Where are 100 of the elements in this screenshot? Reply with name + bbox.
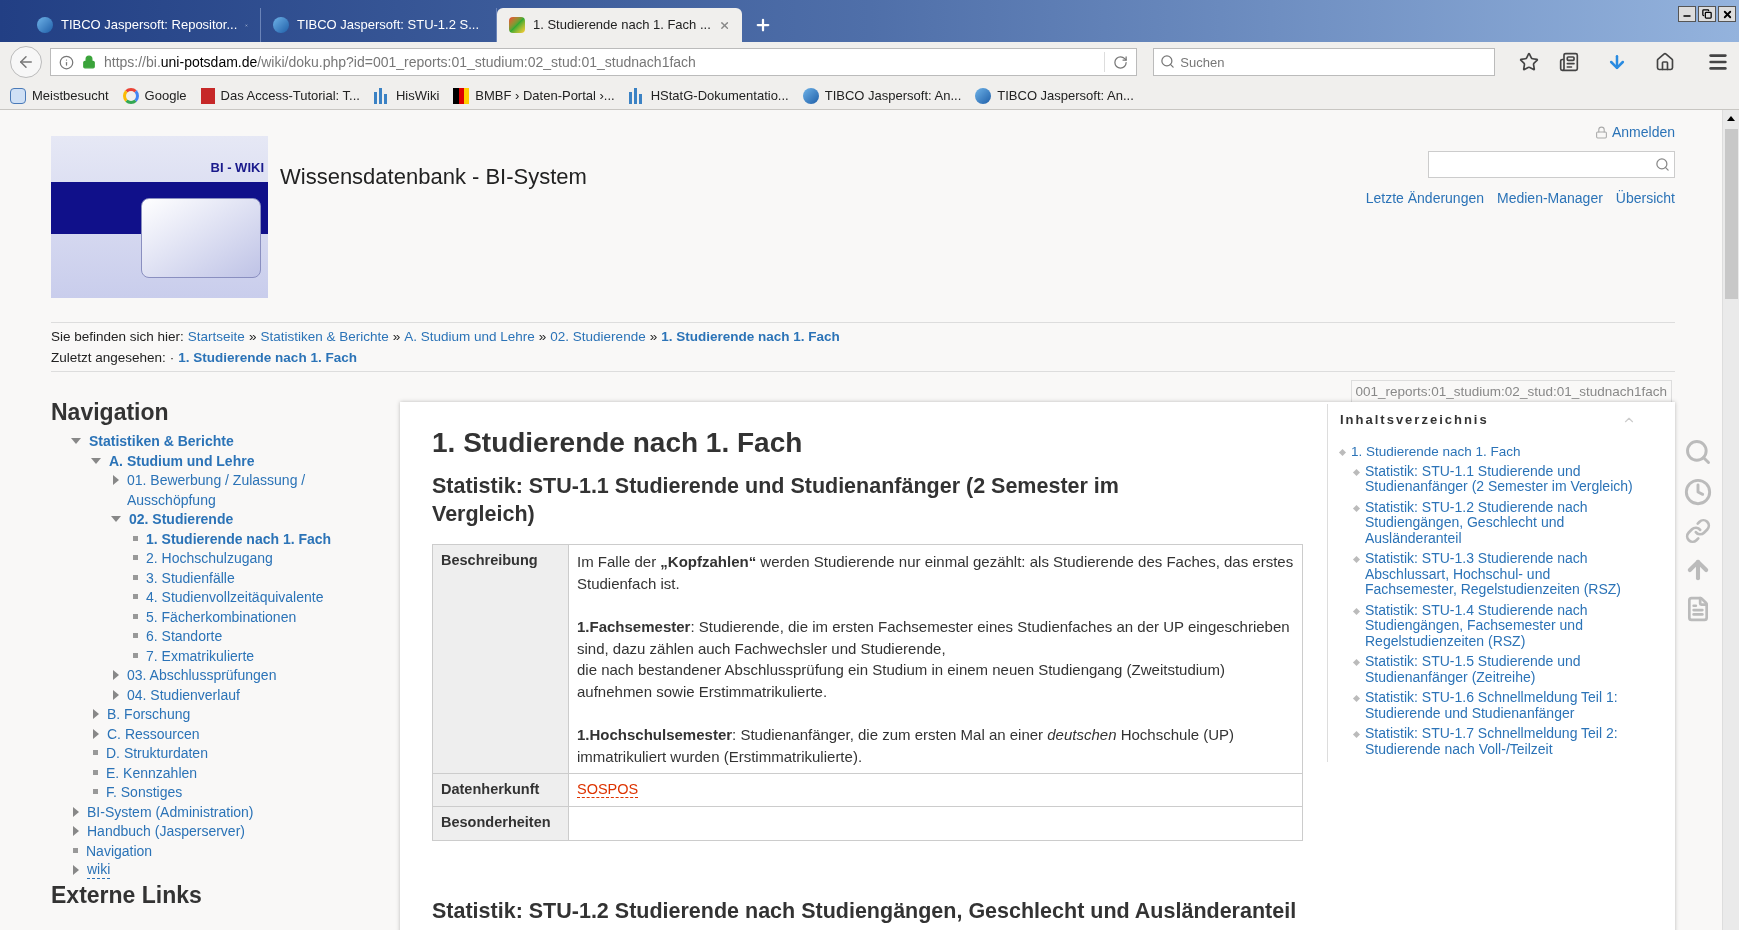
- search-field[interactable]: Suchen: [1153, 48, 1496, 76]
- collapsed-arrow-icon[interactable]: [113, 670, 119, 680]
- address-bar[interactable]: https://bi.uni-potsdam.de/wiki/doku.php?id=001_reports:01_studium:02_stud:01_studnach1fach: [50, 48, 1138, 76]
- site-search-field[interactable]: [1428, 151, 1675, 178]
- breadcrumb-separator: »: [248, 328, 257, 346]
- toc-heading[interactable]: Inhaltsverzeichnis: [1340, 410, 1489, 430]
- bookmark-item[interactable]: Google: [144, 85, 187, 106]
- lock-icon: [1594, 126, 1608, 139]
- info-icon[interactable]: [59, 54, 74, 70]
- nav-link[interactable]: 01. Bewerbung / Zulassung / Ausschöpfung: [127, 471, 327, 510]
- toc-link[interactable]: 1. Studierende nach 1. Fach: [1351, 443, 1521, 460]
- bookmark-item[interactable]: HisWiki: [395, 85, 440, 106]
- page-icon: [10, 87, 26, 104]
- bullet-icon: [1352, 468, 1361, 476]
- minimize-button[interactable]: [1678, 6, 1696, 22]
- bullet-icon: [133, 652, 138, 658]
- bullet-icon: [93, 769, 98, 775]
- nav-link[interactable]: 04. Studienverlauf: [127, 685, 240, 705]
- external-links-heading: Externe Links: [51, 881, 203, 909]
- section-heading: Statistik: STU-1.1 Studierende und Studienanfänger (2 Semester im Vergleich): [432, 473, 1120, 528]
- breadcrumb-link[interactable]: Startseite: [187, 326, 245, 347]
- navigation-heading: Navigation: [51, 398, 170, 426]
- bookmark-item[interactable]: Das Access-Tutorial: T...: [220, 85, 360, 106]
- nav-link[interactable]: C. Ressourcen: [107, 724, 200, 744]
- clock-icon[interactable]: [1683, 478, 1712, 506]
- breadcrumb-link[interactable]: A. Studium und Lehre: [404, 326, 535, 347]
- header-link[interactable]: Letzte Änderungen: [1365, 188, 1484, 209]
- missing-page-link[interactable]: SOSPOS: [577, 781, 639, 798]
- header-link[interactable]: Übersicht: [1615, 188, 1675, 209]
- collapsed-arrow-icon[interactable]: [113, 689, 119, 700]
- browser-tab[interactable]: 1. Studierende nach 1. Fach ...: [497, 8, 742, 42]
- bullet-icon: [1338, 448, 1347, 456]
- toc-link[interactable]: Statistik: STU-1.2 Studierende nach Studiengängen, Geschlecht und Ausländeranteil: [1365, 499, 1636, 546]
- search-icon[interactable]: [1683, 438, 1712, 466]
- menu-icon[interactable]: [1707, 51, 1729, 73]
- url-text: https://bi.uni-potsdam.de/wiki/doku.php?id=001_reports:01_studium:02_stud:01_studnach1fach: [104, 52, 697, 72]
- back-button[interactable]: [10, 46, 42, 78]
- bookmark-item[interactable]: Meistbesucht: [32, 85, 109, 106]
- nav-link[interactable]: 4. Studienvollzeitäquivalente: [146, 588, 324, 608]
- collapsed-arrow-icon[interactable]: [73, 826, 79, 836]
- bookmark-item[interactable]: BMBF › Daten-Portal ›...: [475, 85, 615, 106]
- bookmark-item[interactable]: TIBCO Jaspersoft: An...: [997, 85, 1134, 106]
- header-link[interactable]: Medien-Manager: [1497, 188, 1603, 209]
- globe-icon: [975, 87, 992, 104]
- login-link[interactable]: Anmelden: [1594, 122, 1675, 143]
- nav-link[interactable]: 5. Fächerkombinationen: [146, 607, 297, 627]
- restore-button[interactable]: [1698, 6, 1716, 22]
- toc-link[interactable]: Statistik: STU-1.3 Studierende nach Abschlussart, Hochschul- und Fachsemester, Regelstudienzeiten (RSZ): [1365, 551, 1636, 598]
- scrollbar[interactable]: [1722, 110, 1739, 930]
- table-header-cell: Besonderheiten: [432, 806, 569, 841]
- reload-icon[interactable]: [1113, 54, 1129, 70]
- bullet-icon: [133, 613, 138, 619]
- toc-link[interactable]: Statistik: STU-1.1 Studierende und Studienanfänger (2 Semester im Vergleich): [1365, 463, 1636, 495]
- nav-link[interactable]: 3. Studienfälle: [146, 568, 235, 588]
- expanded-arrow-icon[interactable]: [71, 438, 81, 444]
- nav-link[interactable]: B. Forschung: [107, 705, 191, 725]
- last-seen-link[interactable]: 1. Studierende nach 1. Fach: [178, 347, 357, 368]
- nav-link[interactable]: A. Studium und Lehre: [109, 451, 255, 471]
- breadcrumb-link[interactable]: 1. Studierende nach 1. Fach: [661, 326, 840, 347]
- bookmark-item[interactable]: TIBCO Jaspersoft: An...: [824, 85, 962, 106]
- nav-link[interactable]: 03. Abschlussprüfungen: [127, 666, 277, 686]
- close-button[interactable]: [1718, 6, 1736, 22]
- expanded-arrow-icon[interactable]: [91, 457, 101, 464]
- bars-icon: [628, 87, 645, 104]
- search-icon[interactable]: [1655, 157, 1670, 172]
- nav-link[interactable]: E. Kennzahlen: [106, 763, 198, 783]
- toc-link[interactable]: Statistik: STU-1.5 Studierende und Studienanfänger (Zeitreihe): [1365, 654, 1636, 685]
- collapsed-arrow-icon[interactable]: [73, 806, 79, 817]
- toc-link[interactable]: Statistik: STU-1.7 Schnellmeldung Teil 2: Studierende nach Voll-/Teilzeit: [1365, 726, 1636, 757]
- collapsed-arrow-icon[interactable]: [113, 475, 119, 485]
- home-icon[interactable]: [1655, 52, 1675, 72]
- nav-link[interactable]: 6. Standorte: [146, 627, 223, 647]
- nav-link[interactable]: BI-System (Administration): [87, 802, 254, 822]
- breadcrumb-link[interactable]: 02. Studierende: [550, 326, 646, 347]
- nav-link[interactable]: wiki: [87, 861, 111, 879]
- nav-link[interactable]: Handbuch (Jasperserver): [87, 822, 245, 842]
- collapsed-arrow-icon[interactable]: [73, 865, 79, 875]
- site-title: Wissensdatenbank - BI-System: [280, 163, 587, 191]
- logo-text: BI - WIKI: [210, 159, 264, 177]
- nav-link[interactable]: 1. Studierende nach 1. Fach: [146, 529, 332, 549]
- toc-link[interactable]: Statistik: STU-1.6 Schnellmeldung Teil 1: Studierende und Studienanfänger: [1365, 690, 1636, 721]
- new-tab-icon[interactable]: [754, 16, 772, 34]
- nav-link[interactable]: Statistiken & Berichte: [89, 432, 234, 452]
- nav-link[interactable]: 7. Exmatrikulierte: [146, 646, 255, 666]
- breadcrumb-separator: »: [649, 328, 658, 346]
- toc-link[interactable]: Statistik: STU-1.4 Studierende nach Studiengängen, Fachsemester und Regelstudienzeiten (RSZ): [1365, 602, 1636, 649]
- star-icon[interactable]: [1519, 52, 1540, 72]
- expanded-arrow-icon[interactable]: [111, 516, 121, 522]
- nav-link[interactable]: 02. Studierende: [129, 510, 234, 530]
- nav-link[interactable]: F. Sonstiges: [106, 783, 183, 803]
- breadcrumb-link[interactable]: Statistiken & Berichte: [260, 326, 389, 347]
- nav-link[interactable]: D. Strukturdaten: [106, 744, 208, 764]
- collapsed-arrow-icon[interactable]: [93, 728, 99, 739]
- nav-link[interactable]: Navigation: [86, 841, 153, 861]
- nav-link[interactable]: 2. Hochschulzugang: [146, 549, 273, 569]
- link-icon[interactable]: [1684, 518, 1711, 544]
- reader-icon[interactable]: [1559, 52, 1580, 72]
- collapsed-arrow-icon[interactable]: [93, 709, 99, 719]
- description-paragraph: Im Falle der „Kopfzahlen“ werden Studierende nur einmal gezählt: als Studierende des Faches, das erstes Studienfach ist.: [577, 552, 1294, 594]
- bookmark-item[interactable]: HStatG-Dokumentatio...: [650, 85, 789, 106]
